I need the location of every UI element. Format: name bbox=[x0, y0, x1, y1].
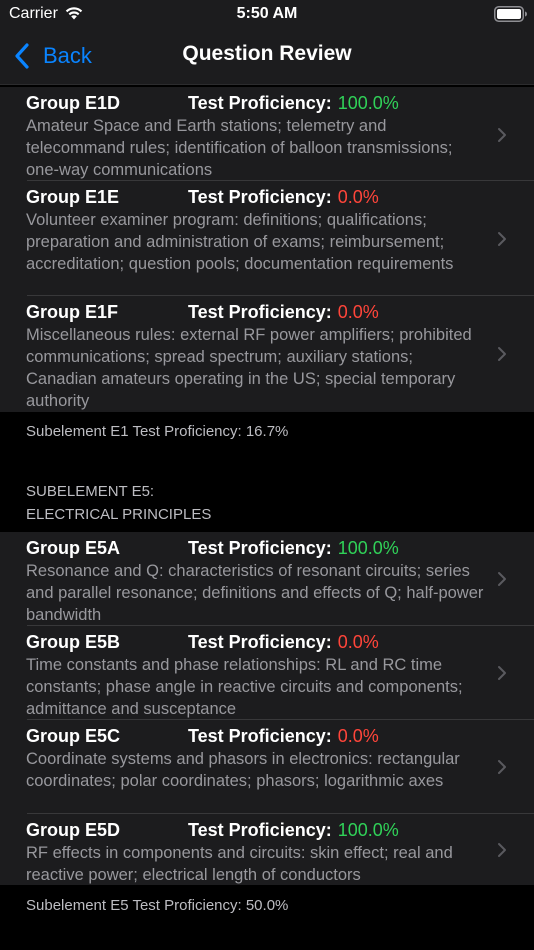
group-description: Coordinate systems and phasors in electr… bbox=[26, 750, 460, 790]
test-proficiency: Test Proficiency: 100.0% bbox=[188, 820, 399, 841]
test-proficiency: Test Proficiency: 0.0% bbox=[188, 302, 379, 323]
group-code: Group E1E bbox=[26, 187, 120, 207]
proficiency-value: 100.0% bbox=[337, 538, 399, 558]
group-row-e5c[interactable]: Group E5C Test Proficiency: 0.0% Coordina… bbox=[0, 720, 534, 814]
group-row-e1e[interactable]: Group E1E Test Proficiency: 0.0% Voluntee… bbox=[0, 181, 534, 296]
group-description: Miscellaneous rules: external RF power a… bbox=[26, 326, 472, 410]
chevron-right-icon bbox=[498, 666, 506, 680]
page-title: Question Review bbox=[182, 42, 352, 65]
group-code: Group E1D bbox=[26, 93, 121, 113]
group-description: Amateur Space and Earth stations; teleme… bbox=[26, 117, 453, 179]
proficiency-value: 100.0% bbox=[337, 820, 399, 840]
battery-icon bbox=[494, 6, 527, 22]
chevron-right-icon bbox=[498, 232, 506, 246]
proficiency-label: Test Proficiency: bbox=[188, 632, 332, 652]
test-proficiency: Test Proficiency: 0.0% bbox=[188, 187, 379, 208]
group-description: RF effects in components and circuits: s… bbox=[26, 844, 453, 884]
test-proficiency: Test Proficiency: 100.0% bbox=[188, 93, 399, 114]
chevron-right-icon bbox=[498, 760, 506, 774]
group-row-e5a[interactable]: Group E5A Test Proficiency: 100.0% Resona… bbox=[0, 532, 534, 626]
group-code: Group E1F bbox=[26, 302, 119, 322]
section-header-e5: SUBELEMENT E5: ELECTRICAL PRINCIPLES bbox=[26, 480, 211, 526]
chevron-right-icon bbox=[498, 843, 506, 857]
group-row-e1d[interactable]: Group E1D Test Proficiency: 100.0% Amateu… bbox=[0, 87, 534, 181]
chevron-right-icon bbox=[498, 128, 506, 142]
subelement-e5-proficiency: Subelement E5 Test Proficiency: 50.0% bbox=[26, 897, 289, 914]
proficiency-value: 0.0% bbox=[337, 726, 379, 746]
proficiency-label: Test Proficiency: bbox=[188, 93, 332, 113]
group-row-e1f[interactable]: Group E1F Test Proficiency: 0.0% Miscella… bbox=[0, 296, 534, 412]
group-code: Group E5B bbox=[26, 632, 121, 652]
group-code: Group E5C bbox=[26, 726, 121, 746]
status-time: 5:50 AM bbox=[236, 5, 298, 22]
group-description: Resonance and Q: characteristics of reso… bbox=[26, 562, 484, 624]
test-proficiency: Test Proficiency: 0.0% bbox=[188, 632, 379, 653]
proficiency-value: 100.0% bbox=[337, 93, 399, 113]
section-header-code: SUBELEMENT E5: bbox=[26, 483, 155, 500]
proficiency-label: Test Proficiency: bbox=[188, 187, 332, 207]
chevron-right-icon bbox=[498, 572, 506, 586]
proficiency-value: 0.0% bbox=[337, 302, 379, 322]
group-row-e5d[interactable]: Group E5D Test Proficiency: 100.0% RF eff… bbox=[0, 814, 534, 885]
test-proficiency: Test Proficiency: 100.0% bbox=[188, 538, 399, 559]
subelement-e1-proficiency: Subelement E1 Test Proficiency: 16.7% bbox=[26, 423, 289, 440]
group-description: Volunteer examiner program: definitions;… bbox=[26, 211, 454, 273]
group-code: Group E5A bbox=[26, 538, 121, 558]
group-description: Time constants and phase relationships: … bbox=[26, 656, 463, 718]
group-code: Group E5D bbox=[26, 820, 121, 840]
proficiency-label: Test Proficiency: bbox=[188, 820, 332, 840]
question-review-list[interactable]: Group E1D Test Proficiency: 100.0% Amateu… bbox=[0, 85, 534, 950]
proficiency-value: 0.0% bbox=[337, 187, 379, 207]
proficiency-value: 0.0% bbox=[337, 632, 379, 652]
proficiency-label: Test Proficiency: bbox=[188, 302, 332, 322]
navigation-bar: Back Question Review bbox=[0, 28, 534, 85]
test-proficiency: Test Proficiency: 0.0% bbox=[188, 726, 379, 747]
chevron-right-icon bbox=[498, 347, 506, 361]
proficiency-label: Test Proficiency: bbox=[188, 538, 332, 558]
section-header-title: ELECTRICAL PRINCIPLES bbox=[26, 506, 212, 523]
status-bar: Carrier 5:50 AM bbox=[0, 0, 534, 28]
group-row-e5b[interactable]: Group E5B Test Proficiency: 0.0% Time con… bbox=[0, 626, 534, 720]
proficiency-label: Test Proficiency: bbox=[188, 726, 332, 746]
